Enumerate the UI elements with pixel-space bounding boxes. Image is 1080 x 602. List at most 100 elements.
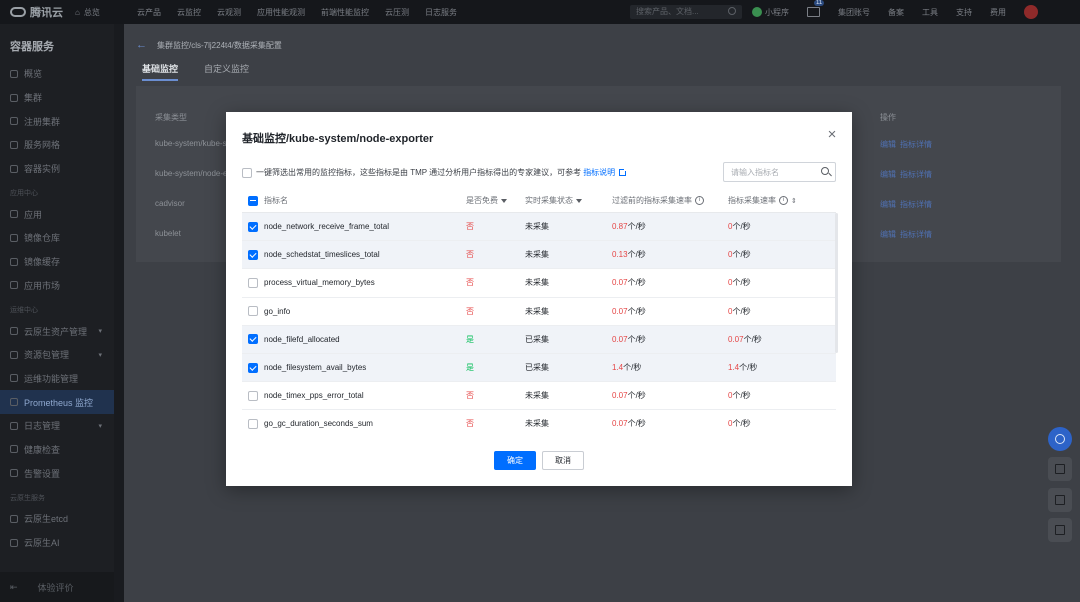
chevron-down-icon: ▾ [98, 422, 102, 430]
filter-icon[interactable] [576, 198, 582, 203]
sidebar-item-assets[interactable]: 云原生资产管理 ▾ [0, 319, 114, 343]
sidebar-item-alert[interactable]: 告警设置 [0, 461, 114, 485]
search-icon[interactable] [821, 167, 829, 175]
sidebar-item-registry[interactable]: 镜像仓库 [0, 226, 114, 250]
table-row[interactable]: node_filefd_allocated 是 已采集 0.07个/秒 0.07个/秒 [242, 325, 836, 354]
beian-link[interactable]: 备案 [888, 7, 904, 18]
support-menu[interactable]: 支持 [956, 7, 972, 18]
filter-icon[interactable] [501, 198, 507, 203]
rate-value: 0.07个/秒 [728, 334, 762, 344]
sidebar-item-label: 镜像仓库 [24, 233, 61, 244]
sidebar-item-logs[interactable]: 日志管理 ▾ [0, 414, 114, 438]
topnav-rum[interactable]: 前端性能监控 [321, 7, 369, 18]
mail-icon[interactable]: 11 [807, 0, 825, 17]
global-search-input[interactable]: 搜索产品、文档... [630, 5, 742, 19]
table-row[interactable]: go_gc_duration_seconds_sum 否 未采集 0.07个/秒 0个/… [242, 410, 836, 432]
miniapp-link[interactable]: 小程序 [752, 7, 789, 18]
table-row[interactable]: node_schedstat_timeslices_total 否 未采集 0.13个… [242, 241, 836, 270]
topnav-apm[interactable]: 应用性能观测 [257, 7, 305, 18]
metric-search-input[interactable] [731, 167, 815, 177]
row-checkbox[interactable] [248, 418, 258, 429]
info-icon[interactable]: i [695, 196, 704, 206]
info-icon[interactable]: i [779, 196, 788, 206]
collapse-sidebar-icon[interactable]: ⇤ [10, 582, 18, 593]
sidebar-item-mesh[interactable]: 服务网格 [0, 133, 114, 157]
home-icon: ⌂ [75, 7, 80, 17]
topnav-products[interactable]: 云产品 [137, 7, 161, 18]
home-link[interactable]: ⌂ 总览 [75, 7, 137, 18]
billing-menu[interactable]: 费用 [990, 7, 1006, 18]
row-checkbox[interactable] [248, 362, 258, 373]
book-float-button[interactable] [1048, 488, 1072, 512]
free-flag: 否 [466, 306, 474, 316]
feedback-link[interactable]: 体验评价 [38, 581, 74, 594]
row-checkbox[interactable] [248, 306, 258, 317]
sidebar-item-registered-cluster[interactable]: 注册集群 [0, 109, 114, 133]
table-row[interactable]: go_info 否 未采集 0.07个/秒 0个/秒 [242, 298, 836, 326]
select-all-checkbox[interactable] [248, 195, 258, 206]
tools-menu[interactable]: 工具 [922, 7, 938, 18]
table-row[interactable]: node_network_receive_frame_total 否 未采集 0.87… [242, 213, 836, 242]
ai-icon [10, 538, 18, 547]
recommended-filter-checkbox[interactable] [242, 167, 252, 178]
document-icon [1055, 464, 1065, 474]
sidebar-item-container-instance[interactable]: 容器实例 [0, 157, 114, 181]
sort-icon[interactable]: ⇕ [791, 197, 797, 205]
sidebar-item-ai[interactable]: 云原生AI [0, 531, 114, 555]
sidebar-item-app[interactable]: 应用 [0, 202, 114, 226]
edit-link[interactable]: 编辑 [880, 229, 896, 240]
sidebar-item-health-check[interactable]: 健康检查 [0, 438, 114, 462]
row-checkbox[interactable] [248, 249, 258, 260]
topnav-monitor[interactable]: 云监控 [177, 7, 201, 18]
avatar[interactable] [1024, 5, 1038, 19]
edit-link[interactable]: 编辑 [880, 139, 896, 150]
tab-custom-monitor[interactable]: 自定义监控 [204, 62, 249, 81]
ops-icon [10, 374, 18, 383]
menu-float-button[interactable] [1048, 518, 1072, 542]
table-row[interactable]: node_filesystem_avail_bytes 是 已采集 1.4个/秒 1.4… [242, 353, 836, 383]
metric-detail-link[interactable]: 指标详情 [900, 139, 932, 150]
edit-link[interactable]: 编辑 [880, 169, 896, 180]
sidebar-item-resource-pack[interactable]: 资源包管理 ▾ [0, 343, 114, 367]
row-checkbox[interactable] [248, 390, 258, 401]
collect-rate: 0个/秒 [728, 221, 836, 232]
topnav-observe[interactable]: 云观测 [217, 7, 241, 18]
sidebar-title: 容器服务 [10, 41, 54, 53]
close-icon[interactable]: × [824, 127, 840, 143]
column-header-free[interactable]: 是否免费 [466, 195, 525, 206]
sidebar-item-image-cache[interactable]: 镜像缓存 [0, 250, 114, 274]
table-row[interactable]: node_timex_pps_error_total 否 未采集 0.07个/秒 0个/… [242, 382, 836, 411]
table-row[interactable]: process_virtual_memory_bytes 否 未采集 0.07个/秒 0… [242, 269, 836, 298]
cancel-button[interactable]: 取消 [542, 451, 584, 470]
column-header-status[interactable]: 实时采集状态 [525, 195, 612, 206]
sidebar-group-label: 云原生服务 [10, 495, 45, 502]
sidebar-item-market[interactable]: 应用市场 [0, 274, 114, 298]
help-float-button[interactable] [1048, 427, 1072, 451]
metric-doc-link[interactable]: 指标说明 [583, 167, 615, 178]
table-scrollbar[interactable] [835, 213, 838, 353]
sidebar-item-overview[interactable]: 概览 [0, 62, 114, 86]
sidebar-item-cluster[interactable]: 集群 [0, 86, 114, 110]
collect-status: 未采集 [525, 250, 549, 260]
column-header-rate[interactable]: 指标采集速率 i ⇕ [728, 195, 836, 206]
topnav-pts[interactable]: 云压测 [385, 7, 409, 18]
row-checkbox[interactable] [248, 221, 258, 232]
sidebar-item-etcd[interactable]: 云原生etcd [0, 507, 114, 531]
brand-logo[interactable]: 腾讯云 [0, 4, 75, 20]
edit-link[interactable]: 编辑 [880, 199, 896, 210]
back-arrow-icon[interactable]: ← [136, 39, 147, 51]
row-checkbox[interactable] [248, 277, 258, 288]
doc-float-button[interactable] [1048, 457, 1072, 481]
account-menu[interactable]: 集团账号 [838, 7, 870, 18]
metric-detail-link[interactable]: 指标详情 [900, 169, 932, 180]
row-checkbox[interactable] [248, 334, 258, 345]
metric-detail-link[interactable]: 指标详情 [900, 199, 932, 210]
metric-detail-link[interactable]: 指标详情 [900, 229, 932, 240]
topbar-right-group: 小程序 11 集团账号 备案 工具 支持 费用 [752, 0, 1038, 24]
topnav-cls[interactable]: 日志服务 [425, 7, 457, 18]
sidebar-item-prometheus[interactable]: Prometheus 监控 [0, 390, 114, 414]
confirm-button[interactable]: 确定 [494, 451, 536, 470]
tab-basic-monitor[interactable]: 基础监控 [142, 62, 179, 81]
free-flag: 否 [466, 391, 474, 401]
sidebar-item-ops-feature[interactable]: 运维功能管理 [0, 367, 114, 391]
